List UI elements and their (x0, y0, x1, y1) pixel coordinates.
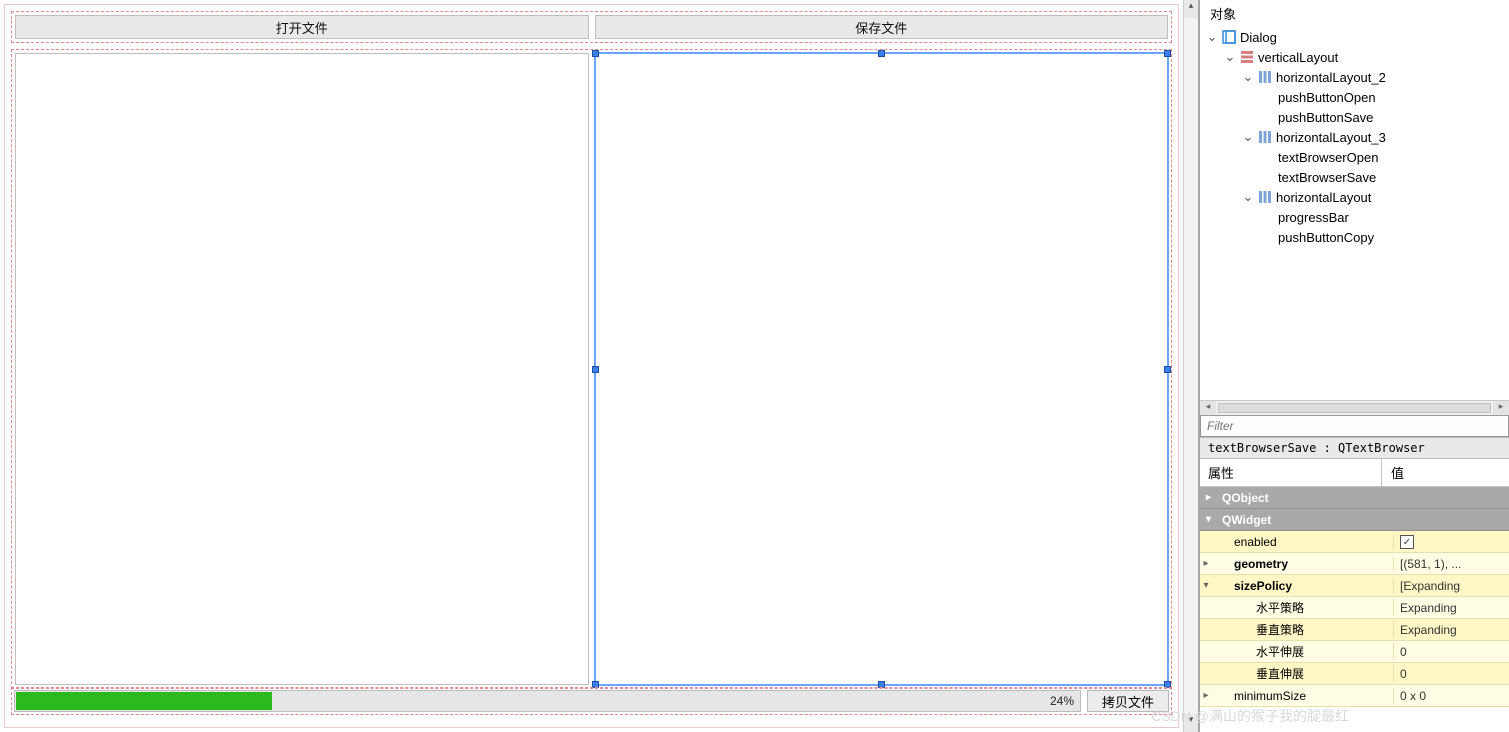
progress-text: 24% (1050, 694, 1074, 708)
horizontal-scrollbar[interactable]: ◂▸ (1200, 400, 1509, 415)
group-qobject[interactable]: ▸QObject (1200, 487, 1509, 509)
chevron-down-icon[interactable]: ▾ (1200, 580, 1212, 591)
prop-val[interactable]: Expanding (1394, 623, 1509, 637)
object-tree-header: 对象 (1200, 2, 1509, 27)
scroll-left-icon[interactable]: ◂ (1200, 401, 1216, 415)
resize-handle[interactable] (1164, 50, 1171, 57)
hlayout-icon (1258, 190, 1272, 204)
dialog-icon (1222, 30, 1236, 44)
selected-object-label: textBrowserSave : QTextBrowser (1200, 437, 1509, 459)
property-filter[interactable] (1200, 415, 1509, 437)
scroll-right-icon[interactable]: ▸ (1493, 401, 1509, 415)
col-attr: 属性 (1200, 459, 1382, 486)
chevron-right-icon[interactable]: ▸ (1200, 690, 1212, 701)
prop-val[interactable]: [(581, 1), ... (1394, 557, 1509, 571)
prop-val[interactable]: 0 (1394, 667, 1509, 681)
dialog-outline: 打开文件 保存文件 (4, 4, 1179, 728)
hlayout-icon (1258, 130, 1272, 144)
chevron-down-icon[interactable]: ▾ (1206, 514, 1216, 525)
col-value: 值 (1382, 459, 1509, 486)
prop-val[interactable]: 0 (1394, 645, 1509, 659)
property-body[interactable]: ▸QObject ▾QWidget enabled✓ ▸geometry[(58… (1200, 487, 1509, 732)
prop-key: 垂直策略 (1212, 621, 1394, 638)
resize-handle[interactable] (1164, 366, 1171, 373)
text-browser-open[interactable] (15, 53, 589, 685)
prop-key: 水平伸展 (1212, 643, 1394, 660)
prop-val[interactable]: Expanding (1394, 601, 1509, 615)
tree-item[interactable]: textBrowserSave (1278, 170, 1376, 185)
prop-key: sizePolicy (1212, 579, 1394, 593)
prop-key: 垂直伸展 (1212, 665, 1394, 682)
hlayout-icon (1258, 70, 1272, 84)
progress-fill (16, 692, 272, 710)
chevron-down-icon[interactable]: ⌄ (1242, 69, 1254, 85)
tree-item[interactable]: horizontalLayout_2 (1276, 70, 1386, 85)
chevron-down-icon[interactable]: ⌄ (1242, 189, 1254, 205)
push-button-open[interactable]: 打开文件 (15, 15, 589, 39)
prop-key: minimumSize (1212, 689, 1394, 703)
prop-key: enabled (1212, 535, 1394, 549)
horizontal-layout-3[interactable] (11, 49, 1172, 689)
tree-item[interactable]: pushButtonOpen (1278, 90, 1376, 105)
tree-item[interactable]: pushButtonCopy (1278, 230, 1374, 245)
property-header: 属性 值 (1200, 459, 1509, 487)
form-canvas[interactable]: 打开文件 保存文件 (0, 0, 1183, 732)
prop-val[interactable]: [Expanding (1394, 579, 1509, 593)
chevron-down-icon[interactable]: ⌄ (1242, 129, 1254, 145)
push-button-save[interactable]: 保存文件 (595, 15, 1169, 39)
tree-item[interactable]: pushButtonSave (1278, 110, 1373, 125)
progress-bar[interactable]: 24% (14, 690, 1081, 712)
object-tree[interactable]: ⌄ Dialog ⌄ verticalLayout ⌄ horizontalLayou… (1200, 27, 1509, 247)
scroll-down-icon[interactable]: ▾ (1184, 714, 1198, 732)
prop-val[interactable]: 0 x 0 (1394, 689, 1509, 703)
chevron-right-icon[interactable]: ▸ (1206, 492, 1216, 503)
vlayout-icon (1240, 50, 1254, 64)
tree-item[interactable]: textBrowserOpen (1278, 150, 1378, 165)
resize-handle[interactable] (878, 50, 885, 57)
prop-key: geometry (1212, 557, 1394, 571)
group-qwidget[interactable]: ▾QWidget (1200, 509, 1509, 531)
text-browser-save[interactable] (595, 53, 1169, 685)
object-tree-panel: 对象 ⌄ Dialog ⌄ verticalLayout ⌄ horizontalLa… (1200, 0, 1509, 415)
filter-input[interactable] (1201, 416, 1508, 436)
resize-handle[interactable] (592, 50, 599, 57)
chevron-down-icon[interactable]: ⌄ (1206, 29, 1218, 45)
vertical-scrollbar[interactable]: ▴ ▾ (1183, 0, 1199, 732)
resize-handle[interactable] (592, 366, 599, 373)
scroll-up-icon[interactable]: ▴ (1184, 0, 1198, 18)
inspector-panel: 对象 ⌄ Dialog ⌄ verticalLayout ⌄ horizontalLa… (1199, 0, 1509, 732)
horizontal-layout[interactable]: 24% 拷贝文件 (11, 687, 1172, 715)
tree-item[interactable]: horizontalLayout_3 (1276, 130, 1386, 145)
tree-item[interactable]: progressBar (1278, 210, 1349, 225)
tree-item[interactable]: verticalLayout (1258, 50, 1338, 65)
tree-item[interactable]: horizontalLayout (1276, 190, 1371, 205)
tree-item[interactable]: Dialog (1240, 30, 1277, 45)
prop-key: 水平策略 (1212, 599, 1394, 616)
chevron-down-icon[interactable]: ⌄ (1224, 49, 1236, 65)
root: 打开文件 保存文件 (0, 0, 1509, 732)
chevron-right-icon[interactable]: ▸ (1200, 558, 1212, 569)
horizontal-layout-2[interactable]: 打开文件 保存文件 (11, 11, 1172, 43)
checkbox-enabled[interactable]: ✓ (1400, 535, 1414, 549)
push-button-copy[interactable]: 拷贝文件 (1087, 690, 1169, 712)
